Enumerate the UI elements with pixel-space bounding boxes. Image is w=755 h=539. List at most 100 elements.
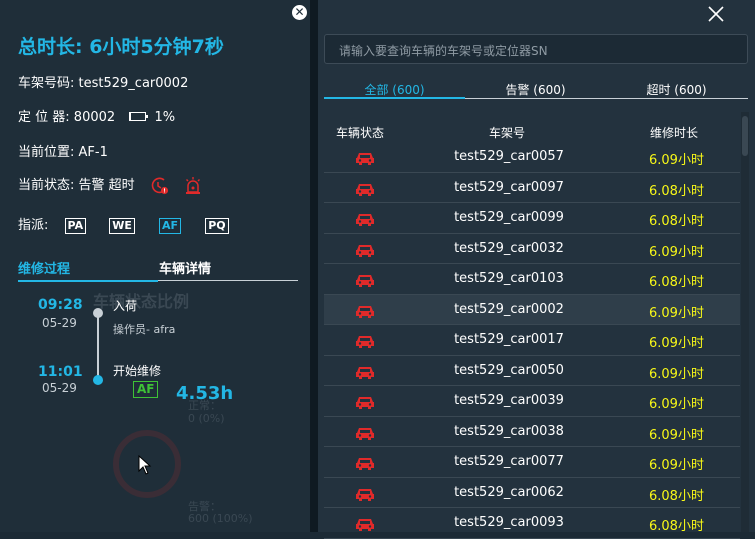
frame-number-cell: test529_car0002	[454, 301, 564, 317]
frame-number-cell: test529_car0077	[454, 454, 564, 469]
column-header-duration: 维修时长	[650, 126, 699, 140]
ghost-chart-title: 车辆状态比例	[93, 292, 190, 311]
table-row[interactable]: test529_car0002 6.09小时	[324, 294, 740, 325]
duration-cell: 6.08小时	[649, 214, 704, 229]
filter-tabs: 全部 (600) 告警 (600) 超时 (600)	[324, 78, 748, 99]
car-alarm-icon	[355, 334, 375, 353]
frame-number-value: test529_car0002	[78, 76, 189, 91]
locator-row: 定 位 器: 80002 1%	[18, 106, 175, 125]
timeline-dot-2	[93, 375, 103, 385]
car-alarm-icon	[355, 426, 375, 445]
table-row[interactable]: test529_car0057 6.09小时	[324, 142, 740, 173]
assign-tag-pq[interactable]: PQ	[205, 217, 229, 234]
position-label: 当前位置:	[18, 145, 75, 160]
active-filter-underline	[324, 97, 465, 99]
vehicle-table-body: test529_car0057 6.09小时 test529_car0097 6.08…	[324, 142, 740, 539]
assign-label: 指派:	[18, 218, 49, 233]
frame-number-cell: test529_car0093	[454, 515, 564, 530]
frame-number-cell: test529_car0032	[454, 240, 564, 256]
table-row[interactable]: test529_car0017 6.09小时	[324, 325, 740, 356]
frame-number-cell: test529_car0039	[454, 393, 564, 408]
timeline-operator: 操作员- afra	[113, 323, 176, 336]
duration-cell: 6.09小时	[649, 366, 704, 382]
table-scrollbar[interactable]	[741, 112, 749, 532]
search-input[interactable]: 请输入要查询车辆的车架号或定位器SN	[324, 34, 748, 64]
alarm-siren-icon	[185, 176, 200, 194]
car-alarm-icon	[355, 304, 375, 323]
car-alarm-icon	[355, 487, 375, 506]
tab-timeout[interactable]: 超时 (600)	[606, 81, 747, 98]
frame-number-cell: test529_car0103	[454, 271, 564, 286]
car-alarm-icon	[355, 365, 375, 384]
status-row: 当前状态: 告警 超时	[18, 174, 203, 196]
timeline-time-1: 09:28	[38, 297, 83, 313]
car-alarm-icon	[355, 212, 375, 231]
table-row[interactable]: test529_car0103 6.08小时	[324, 264, 740, 295]
frame-number-cell: test529_car0017	[454, 332, 564, 347]
tab-alarm[interactable]: 告警 (600)	[465, 81, 606, 98]
ghost-normal-value: 0 (0%)	[188, 412, 225, 425]
frame-number-row: 车架号码: test529_car0002	[18, 72, 188, 91]
car-alarm-icon	[355, 456, 375, 475]
frame-number-cell: test529_car0097	[454, 179, 564, 195]
frame-number-cell: test529_car0038	[454, 423, 564, 439]
status-label: 当前状态:	[18, 178, 75, 193]
position-row: 当前位置: AF-1	[18, 141, 108, 160]
duration-cell: 6.09小时	[649, 244, 704, 260]
table-row[interactable]: test529_car0077 6.09小时	[324, 447, 740, 478]
ghost-normal-label: 正常：	[188, 399, 221, 412]
locator-label: 定 位 器:	[18, 110, 70, 125]
car-alarm-icon	[355, 395, 375, 414]
car-alarm-icon	[355, 243, 375, 262]
assign-tag-we[interactable]: WE	[109, 217, 135, 234]
locator-value: 80002	[73, 110, 116, 125]
total-duration: 总时长: 6小时5分钟7秒	[18, 36, 224, 58]
table-row[interactable]: test529_car0097 6.08小时	[324, 173, 740, 203]
timeline-title-2: 开始维修	[113, 364, 162, 378]
mouse-cursor-icon	[138, 455, 152, 475]
table-row[interactable]: test529_car0062 6.08小时	[324, 478, 740, 508]
timeline-date-1: 05-29	[42, 316, 77, 330]
close-panel-icon[interactable]	[706, 4, 726, 24]
duration-cell: 6.08小时	[649, 183, 704, 199]
duration-cell: 6.09小时	[649, 397, 704, 412]
scrollbar-thumb[interactable]	[742, 116, 748, 156]
duration-cell: 6.09小时	[649, 153, 704, 168]
column-header-status: 车辆状态	[336, 126, 385, 140]
car-alarm-icon	[355, 273, 375, 292]
detail-tabs: 维修过程 车辆详情	[18, 256, 298, 282]
duration-cell: 6.09小时	[649, 336, 704, 351]
duration-cell: 6.09小时	[649, 458, 704, 473]
status-value: 告警 超时	[78, 178, 135, 193]
car-alarm-icon	[355, 182, 375, 201]
close-detail-icon[interactable]: ✕	[292, 5, 307, 20]
tab-repair-process[interactable]: 维修过程	[18, 258, 70, 277]
frame-number-cell: test529_car0099	[454, 210, 564, 225]
table-row[interactable]: test529_car0032 6.09小时	[324, 234, 740, 264]
duration-cell: 6.08小时	[649, 488, 704, 504]
table-row[interactable]: test529_car0099 6.08小时	[324, 203, 740, 234]
tab-vehicle-details[interactable]: 车辆详情	[159, 258, 211, 277]
timeline-title-1: 入荷	[113, 299, 138, 313]
frame-number-cell: test529_car0062	[454, 484, 564, 500]
timeline-af-badge: AF	[133, 381, 159, 398]
table-row[interactable]: test529_car0039 6.09小时	[324, 386, 740, 417]
timeline-line	[97, 313, 99, 380]
frame-number-cell: test529_car0057	[454, 149, 564, 164]
active-tab-underline	[18, 280, 158, 282]
duration-cell: 6.09小时	[649, 427, 704, 443]
assign-tag-pa[interactable]: PA	[64, 217, 87, 234]
duration-cell: 6.09小时	[649, 305, 704, 321]
car-alarm-icon	[355, 151, 375, 170]
assign-tag-af[interactable]: AF	[159, 217, 182, 234]
battery-icon	[129, 112, 149, 121]
tab-all[interactable]: 全部 (600)	[324, 81, 465, 98]
table-row[interactable]: test529_car0050 6.09小时	[324, 356, 740, 386]
table-row[interactable]: test529_car0093 6.08小时	[324, 508, 740, 539]
assign-row: 指派: PA WE AF PQ	[18, 214, 229, 234]
car-alarm-icon	[355, 517, 375, 536]
battery-percent: 1%	[154, 110, 176, 125]
panel-divider	[310, 0, 318, 532]
duration-cell: 6.08小时	[649, 519, 704, 534]
table-row[interactable]: test529_car0038 6.09小时	[324, 417, 740, 447]
